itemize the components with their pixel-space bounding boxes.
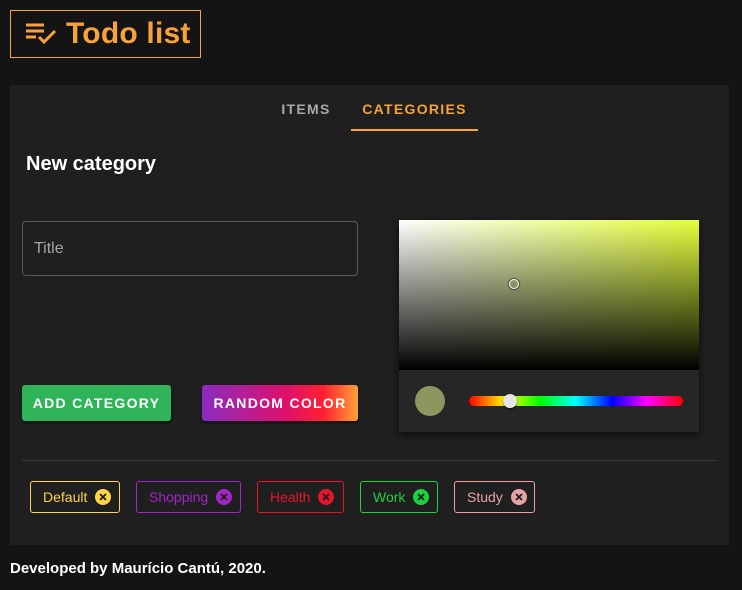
add-category-button[interactable]: ADD CATEGORY xyxy=(22,385,171,421)
tab-categories[interactable]: CATEGORIES xyxy=(351,85,478,132)
category-chip-shopping[interactable]: Shopping xyxy=(136,481,241,513)
playlist-check-icon xyxy=(26,23,57,45)
active-tab-indicator xyxy=(351,129,478,131)
remove-icon[interactable] xyxy=(95,489,112,505)
tab-items[interactable]: ITEMS xyxy=(266,85,346,132)
saturation-area[interactable] xyxy=(399,220,699,370)
section-title: New category xyxy=(26,153,157,175)
app-header: Todo list xyxy=(10,10,201,58)
chip-label: Shopping xyxy=(149,489,209,505)
chip-label: Study xyxy=(467,489,503,505)
chip-label: Work xyxy=(373,489,406,505)
tab-bar: ITEMS CATEGORIES xyxy=(10,85,729,132)
category-chip-work[interactable]: Work xyxy=(360,481,438,513)
category-title-input[interactable] xyxy=(22,221,358,276)
random-color-button[interactable]: RANDOM COLOR xyxy=(202,385,358,421)
saturation-handle[interactable] xyxy=(509,279,519,289)
category-chip-study[interactable]: Study xyxy=(454,481,535,513)
app-title: Todo list xyxy=(66,17,191,50)
category-chip-default[interactable]: Default xyxy=(30,481,120,513)
remove-icon[interactable] xyxy=(413,489,430,505)
selected-color-swatch xyxy=(415,386,445,416)
divider xyxy=(22,460,717,461)
category-chip-health[interactable]: Health xyxy=(257,481,344,513)
hue-slider-handle[interactable] xyxy=(503,394,517,408)
remove-icon[interactable] xyxy=(318,489,335,505)
remove-icon[interactable] xyxy=(216,489,233,505)
footer-credit: Developed by Maurício Cantú, 2020. xyxy=(10,560,266,577)
remove-icon[interactable] xyxy=(510,489,527,505)
main-card: ITEMS CATEGORIES New category ADD CATEGO… xyxy=(10,85,729,545)
chip-label: Health xyxy=(270,489,311,505)
color-picker xyxy=(399,220,699,432)
hue-slider[interactable] xyxy=(469,394,683,408)
chip-label: Default xyxy=(43,489,88,505)
